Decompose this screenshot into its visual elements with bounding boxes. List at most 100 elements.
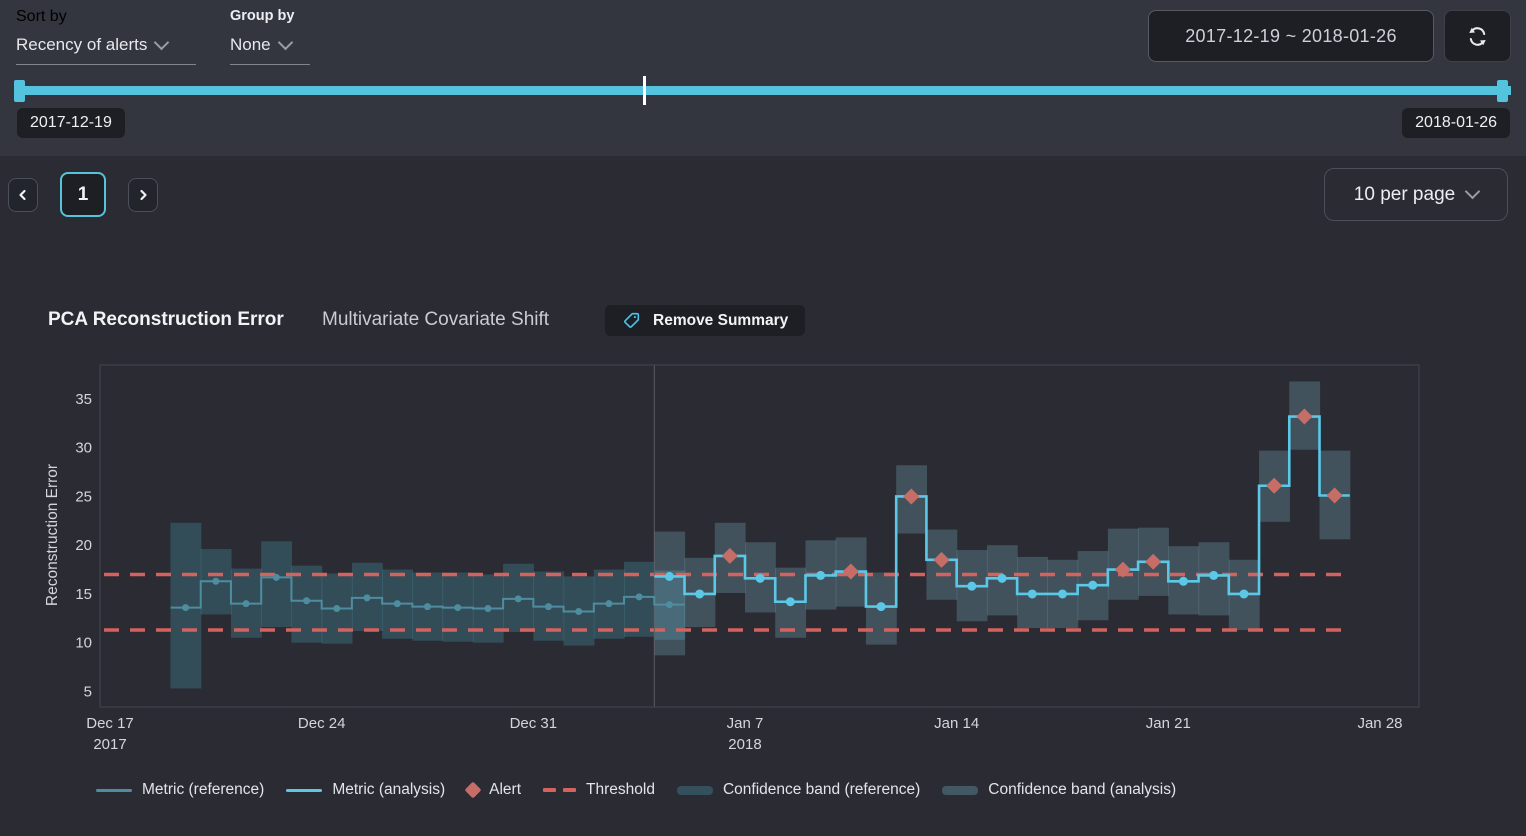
group-by-select[interactable]: None — [230, 35, 310, 65]
threshold-dash-swatch — [543, 788, 576, 792]
legend-label: Threshold — [586, 781, 655, 799]
metric-point — [394, 600, 401, 607]
metric-point — [303, 597, 310, 604]
refresh-icon — [1465, 24, 1490, 49]
svg-text:2018: 2018 — [728, 736, 761, 753]
metric-point — [575, 608, 582, 615]
page-size-select[interactable]: 10 per page — [1324, 168, 1508, 221]
x-axis-ticks: Dec 17 2017 Dec 24 Dec 31 Jan 7 2018 Jan 14 Jan… — [86, 715, 1402, 753]
sort-by-label: Sort by — [16, 8, 67, 26]
chevron-down-icon — [154, 34, 170, 50]
svg-text:5: 5 — [84, 683, 92, 700]
metric-point — [756, 574, 765, 583]
timeline-start-handle[interactable] — [14, 80, 25, 102]
next-page-button[interactable] — [128, 178, 158, 212]
legend-label: Alert — [489, 781, 521, 799]
sort-by-value: Recency of alerts — [16, 35, 147, 55]
legend-item-metric-reference: Metric (reference) — [96, 781, 264, 799]
metric-point — [665, 572, 674, 581]
metric-point — [1028, 589, 1037, 598]
svg-text:15: 15 — [75, 586, 92, 603]
confidence-band-analysis — [654, 381, 1350, 655]
chart-title: PCA Reconstruction Error — [48, 309, 284, 331]
metric-point — [424, 603, 431, 610]
chart-legend: Metric (reference) Metric (analysis) Ale… — [96, 781, 1176, 799]
page-number-button[interactable]: 1 — [60, 172, 106, 217]
alert-diamond-swatch — [465, 782, 482, 799]
legend-label: Confidence band (analysis) — [988, 781, 1176, 799]
y-axis-ticks: 5 10 15 20 25 30 35 — [75, 391, 92, 700]
legend-item-band-reference: Confidence band (reference) — [677, 781, 920, 799]
metric-point — [484, 605, 491, 612]
svg-text:30: 30 — [75, 440, 92, 457]
chevron-left-icon — [16, 188, 30, 202]
metric-point — [454, 604, 461, 611]
metric-point — [666, 601, 673, 608]
metric-reference-line-swatch — [96, 789, 132, 792]
legend-item-band-analysis: Confidence band (analysis) — [942, 781, 1176, 799]
legend-label: Metric (analysis) — [332, 781, 445, 799]
svg-text:Jan 28: Jan 28 — [1357, 715, 1402, 732]
svg-text:10: 10 — [75, 635, 92, 652]
chart-canvas: 5 10 15 20 25 30 35 Reconstruction Error Dec 17 2… — [0, 360, 1526, 760]
legend-item-threshold: Threshold — [543, 781, 655, 799]
metric-point — [636, 593, 643, 600]
svg-text:Jan 21: Jan 21 — [1146, 715, 1191, 732]
timeline-end-label: 2018-01-26 — [1402, 108, 1510, 138]
svg-text:Jan 7: Jan 7 — [727, 715, 764, 732]
legend-label: Confidence band (reference) — [723, 781, 920, 799]
svg-text:20: 20 — [75, 537, 92, 554]
top-toolbar: Sort by Recency of alerts Group by None … — [0, 0, 1526, 156]
timeline-split-marker — [643, 76, 646, 105]
metric-point — [1088, 581, 1097, 590]
timeline-start-label: 2017-12-19 — [17, 108, 125, 138]
svg-text:Dec 24: Dec 24 — [298, 715, 346, 732]
tag-icon — [622, 311, 641, 330]
date-range-input[interactable]: 2017-12-19 ~ 2018-01-26 — [1148, 10, 1434, 62]
svg-text:2017: 2017 — [93, 736, 126, 753]
legend-item-alert: Alert — [467, 781, 521, 799]
chevron-down-icon — [1465, 184, 1481, 200]
metric-point — [243, 600, 250, 607]
timeline-slider-track[interactable] — [14, 86, 1511, 95]
metric-point — [605, 600, 612, 607]
metric-point — [545, 603, 552, 610]
metric-point — [212, 578, 219, 585]
metric-point — [877, 602, 886, 611]
metric-point — [1179, 577, 1188, 586]
page-size-value: 10 per page — [1354, 184, 1455, 206]
metric-point — [364, 594, 371, 601]
metric-point — [816, 571, 825, 580]
plot-border — [100, 365, 1419, 707]
dashboard-page: Sort by Recency of alerts Group by None … — [0, 0, 1526, 836]
group-by-value: None — [230, 35, 271, 55]
y-axis-title: Reconstruction Error — [44, 464, 61, 606]
svg-text:Dec 31: Dec 31 — [510, 715, 558, 732]
svg-text:25: 25 — [75, 488, 92, 505]
metric-point — [786, 597, 795, 606]
remove-summary-button[interactable]: Remove Summary — [605, 305, 805, 336]
refresh-button[interactable] — [1444, 10, 1511, 62]
svg-text:Dec 17: Dec 17 — [86, 715, 134, 732]
svg-text:Jan 14: Jan 14 — [934, 715, 979, 732]
confidence-band-analysis-swatch — [942, 786, 978, 795]
chevron-right-icon — [136, 188, 150, 202]
metric-point — [182, 604, 189, 611]
group-by-label: Group by — [230, 8, 294, 24]
metric-point — [1058, 589, 1067, 598]
legend-item-metric-analysis: Metric (analysis) — [286, 781, 445, 799]
metric-point — [967, 582, 976, 591]
metric-chart: 5 10 15 20 25 30 35 Reconstruction Error Dec 17 2… — [0, 360, 1526, 760]
chart-subtitle: Multivariate Covariate Shift — [322, 309, 549, 331]
metric-point — [273, 574, 280, 581]
timeline-end-handle[interactable] — [1497, 80, 1508, 102]
metric-point — [998, 574, 1007, 583]
metric-point — [515, 595, 522, 602]
svg-text:35: 35 — [75, 391, 92, 408]
metric-point — [1239, 589, 1248, 598]
prev-page-button[interactable] — [8, 178, 38, 212]
sort-by-select[interactable]: Recency of alerts — [16, 35, 196, 65]
metric-point — [695, 589, 704, 598]
confidence-band-reference-swatch — [677, 786, 713, 795]
metric-analysis-line-swatch — [286, 789, 322, 792]
